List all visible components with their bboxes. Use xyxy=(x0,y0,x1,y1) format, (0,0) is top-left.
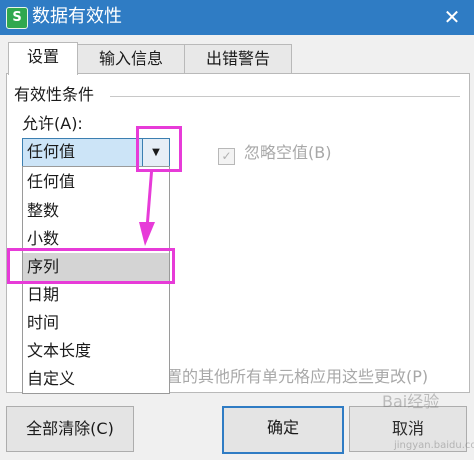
tab-error-alert[interactable]: 出错警告 xyxy=(184,44,292,73)
group-divider xyxy=(110,96,460,97)
ok-button[interactable]: 确定 xyxy=(222,406,344,454)
option-time[interactable]: 时间 xyxy=(23,309,169,337)
option-date[interactable]: 日期 xyxy=(23,281,169,309)
validation-criteria-heading: 有效性条件 xyxy=(14,85,95,104)
wps-spreadsheet-icon: S xyxy=(6,7,28,29)
dialog-title: 数据有效性 xyxy=(32,6,122,27)
baidu-watermark-url: jingyan.baidu.com xyxy=(394,440,474,451)
option-text-length[interactable]: 文本长度 xyxy=(23,337,169,365)
ignore-blank-label: 忽略空值(B) xyxy=(244,143,332,162)
tab-input-message[interactable]: 输入信息 xyxy=(77,44,185,73)
apply-changes-checkbox-label[interactable]: 置的其他所有单元格应用这些更改(P) xyxy=(166,366,428,388)
allow-label: 允许(A): xyxy=(22,114,83,133)
highlight-box-dropdown-button xyxy=(136,126,182,172)
title-bar: S 数据有效性 ✕ xyxy=(0,0,474,35)
baidu-watermark-logo: Bai经验 xyxy=(382,392,440,411)
highlight-box-list-option xyxy=(7,248,175,284)
clear-all-button[interactable]: 全部清除(C) xyxy=(6,406,134,452)
ignore-blank-checkbox[interactable]: ✓ 忽略空值(B) xyxy=(218,142,331,165)
allow-select-value: 任何值 xyxy=(27,142,76,161)
arrow-down-icon xyxy=(139,172,155,246)
tab-settings[interactable]: 设置 xyxy=(8,42,78,75)
checkmark-icon[interactable]: ✓ xyxy=(218,148,235,165)
close-icon[interactable]: ✕ xyxy=(438,4,466,30)
option-custom[interactable]: 自定义 xyxy=(23,365,169,393)
